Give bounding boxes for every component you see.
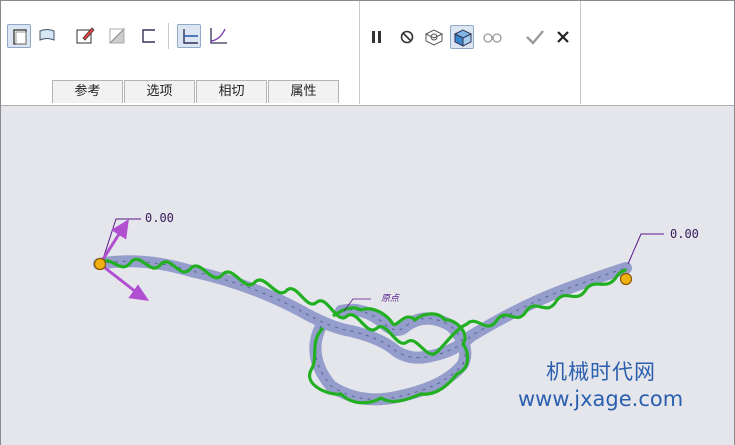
end-point — [619, 272, 633, 286]
thin-icon[interactable] — [137, 24, 161, 48]
watermark-title: 机械时代网 — [546, 360, 656, 384]
arrow-head-up — [111, 219, 129, 240]
tab-properties[interactable]: 属性 — [268, 80, 339, 103]
watermark-url: www.jxage.com — [518, 387, 684, 411]
direction-arrow-down — [99, 262, 137, 294]
start-dimension[interactable]: 0.00 — [145, 211, 174, 225]
cancel-icon[interactable] — [551, 25, 575, 49]
preview-icon[interactable] — [422, 25, 446, 49]
dashboard-tabs: 参考 选项 相切 属性 — [52, 80, 340, 104]
tab-references[interactable]: 参考 — [52, 80, 123, 103]
group-divider-right — [580, 1, 581, 104]
ok-icon[interactable] — [523, 25, 547, 49]
tab-options[interactable]: 选项 — [124, 80, 195, 103]
sketch-edit-icon[interactable] — [73, 24, 97, 48]
origin-label: 原点 — [381, 294, 400, 304]
dashboard-toolbar: 参考 选项 相切 属性 — [1, 1, 734, 104]
remove-material-icon[interactable] — [105, 24, 129, 48]
glasses-icon[interactable] — [480, 25, 504, 49]
no-preview-icon[interactable] — [395, 25, 419, 49]
surface-icon[interactable] — [35, 24, 59, 48]
start-point — [93, 257, 107, 271]
end-dimension[interactable]: 0.00 — [670, 227, 699, 241]
group-divider — [359, 1, 360, 104]
pause-icon[interactable] — [365, 25, 389, 49]
tab-tangency[interactable]: 相切 — [196, 80, 267, 103]
app-frame: 参考 选项 相切 属性 0.00 0.00 原点 机械时代网 www.jxage… — [0, 0, 735, 445]
separator — [168, 23, 169, 49]
solid-icon[interactable] — [7, 24, 31, 48]
verify-icon[interactable] — [450, 25, 474, 49]
variable-section-icon[interactable] — [206, 24, 230, 48]
constant-section-icon[interactable] — [177, 24, 201, 48]
